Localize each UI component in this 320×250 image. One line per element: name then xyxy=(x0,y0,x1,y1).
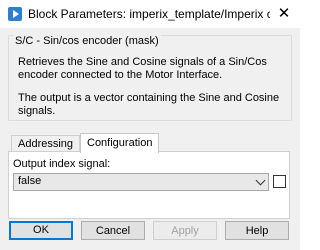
simulink-block-icon xyxy=(8,7,22,21)
output-index-checkbox[interactable] xyxy=(273,175,286,188)
tab-configuration[interactable]: Configuration xyxy=(80,133,160,153)
help-button[interactable]: Help xyxy=(225,221,289,240)
dialog-body: S/C - Sin/cos encoder (mask) Retrieves t… xyxy=(0,28,300,250)
output-index-label: Output index signal: xyxy=(13,158,111,170)
mask-description-group: S/C - Sin/cos encoder (mask) Retrieves t… xyxy=(8,35,292,121)
mask-description: Retrieves the Sine and Cosine signals of… xyxy=(18,56,267,81)
tab-addressing[interactable]: Addressing xyxy=(11,135,81,152)
output-index-value: false xyxy=(18,175,42,187)
chevron-down-icon xyxy=(255,175,266,186)
window-title: Block Parameters: imperix_template/Imper… xyxy=(28,7,270,21)
configuration-panel: Output index signal: false xyxy=(8,151,290,219)
close-button[interactable]: ✕ xyxy=(274,5,294,23)
apply-button[interactable]: Apply xyxy=(153,221,217,240)
mask-title: S/C - Sin/cos encoder (mask) xyxy=(13,35,161,47)
mask-output-note: The output is a vector containing the Si… xyxy=(18,92,280,117)
cancel-button[interactable]: Cancel xyxy=(81,221,145,240)
output-index-select[interactable]: false xyxy=(13,173,269,191)
ok-button[interactable]: OK xyxy=(9,221,73,240)
title-bar: Block Parameters: imperix_template/Imper… xyxy=(0,0,300,28)
tab-bar: Addressing Configuration xyxy=(8,133,290,153)
